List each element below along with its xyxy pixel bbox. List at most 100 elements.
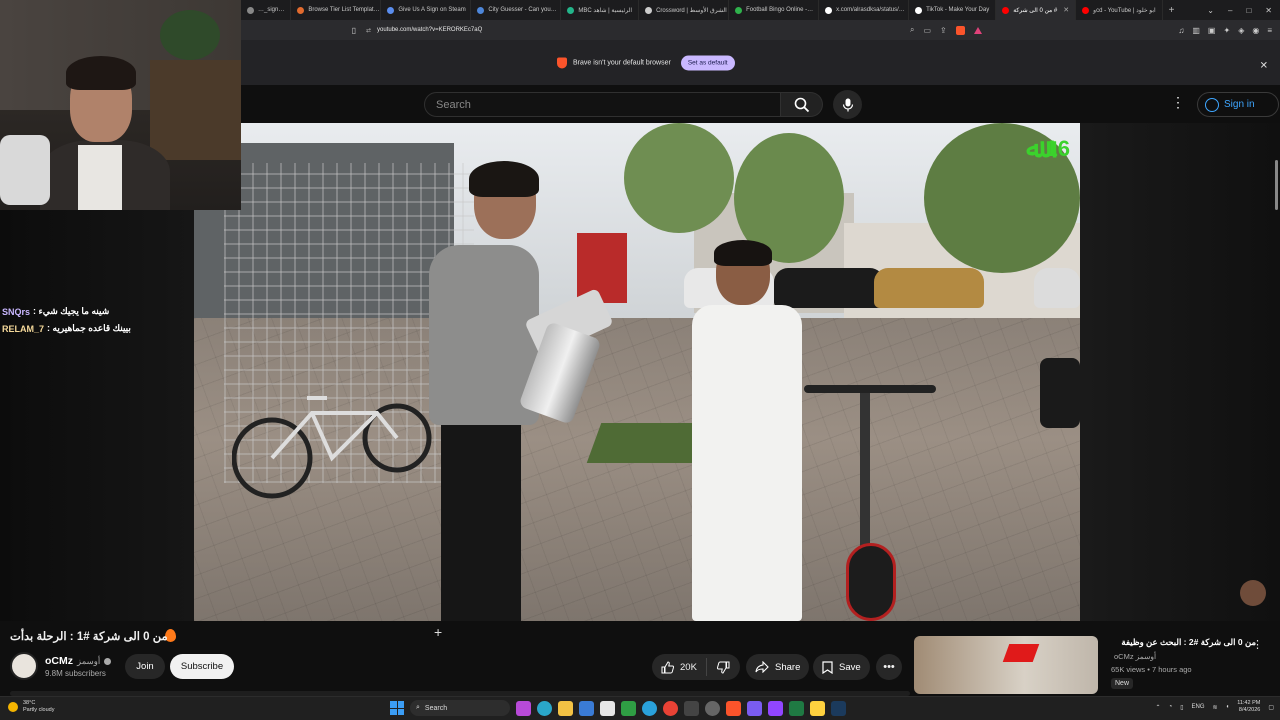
steam-icon[interactable] — [831, 700, 846, 716]
tab-close-icon[interactable]: ✕ — [1063, 6, 1069, 14]
app-icon[interactable] — [810, 700, 825, 716]
zoom-icon[interactable]: ⌕ — [910, 25, 914, 35]
video-frame-boy — [684, 240, 814, 621]
tab-list-icon[interactable]: ⌄ — [1207, 6, 1214, 15]
dislike-button[interactable] — [707, 661, 740, 674]
minimize-icon[interactable]: – — [1228, 6, 1232, 15]
clock[interactable]: 11:42 PM 8/4/2026 — [1237, 700, 1260, 714]
volume-icon[interactable]: ◖ — [1226, 704, 1230, 710]
brave-icon[interactable] — [726, 700, 741, 716]
brave-menu-icon[interactable]: ◉ — [1252, 26, 1259, 35]
chat-username: RELAM_7 — [2, 323, 45, 334]
bookmark-icon[interactable]: ▯ — [352, 26, 356, 35]
thumbs-down-icon — [717, 661, 730, 674]
more-actions-button[interactable]: ••• — [876, 654, 902, 680]
like-dislike-group: 20K — [652, 654, 740, 680]
video-title: من 0 الى شركة #1 : الرحلة بدأت — [10, 631, 168, 643]
browser-tab-bar: …_sign… Browse Tier List Templat… Give U… — [241, 0, 1280, 20]
browser-tab[interactable]: x.com/alrasdksa/status/… — [819, 0, 910, 20]
vpn-icon[interactable]: ◈ — [1238, 26, 1244, 35]
browser-tab[interactable]: وcd - YouTube | ابو خلود — [1076, 0, 1163, 20]
clock-time: 11:42 PM — [1237, 700, 1261, 706]
share-button[interactable]: Share — [746, 654, 810, 680]
app-icon[interactable] — [516, 700, 531, 716]
subscribe-button[interactable]: Subscribe — [170, 654, 234, 679]
excel-icon[interactable] — [789, 700, 804, 716]
browser-tab[interactable]: Crossword | الشرق الأوسط — [639, 0, 730, 20]
search-input[interactable]: Search — [424, 92, 781, 117]
browser-tab[interactable]: City Guesser - Can you… — [471, 0, 562, 20]
edge-icon[interactable] — [537, 700, 552, 716]
sign-in-button[interactable]: Sign in — [1197, 92, 1279, 117]
channel-avatar[interactable] — [10, 652, 38, 680]
file-explorer-icon[interactable] — [558, 700, 573, 716]
wifi-icon[interactable]: ≋ — [1213, 704, 1218, 711]
app-icon[interactable] — [600, 700, 615, 716]
wallet-icon[interactable]: ▣ — [1208, 26, 1216, 35]
save-button[interactable]: Save — [813, 654, 870, 680]
join-button[interactable]: Join — [125, 654, 165, 679]
recommended-menu-icon[interactable]: ⋮ — [1252, 638, 1263, 651]
brave-rewards-icon[interactable] — [973, 26, 982, 34]
recommended-video[interactable]: من 0 الى شركة #2 : البحث عن وظيفة ⋮ oCMz… — [914, 636, 1280, 696]
telegram-icon[interactable] — [642, 700, 657, 716]
browser-tab[interactable]: MBC الرئيسية | شاهد — [561, 0, 640, 20]
browser-tab[interactable]: TikTok - Make Your Day — [909, 0, 997, 20]
watermark-logo-icon: ﷲ — [1026, 133, 1042, 163]
xbox-icon[interactable] — [621, 700, 636, 716]
browser-tab[interactable]: Football Bingo Online -… — [729, 0, 820, 20]
set-default-button[interactable]: Set as default — [680, 55, 735, 71]
browser-tab-active[interactable]: من 0 الى شركة # ✕ — [996, 0, 1077, 20]
share-icon — [755, 661, 769, 673]
recommended-channel[interactable]: oCMz أوسمز — [1114, 652, 1156, 661]
share-page-icon[interactable]: ⇪ — [940, 26, 947, 35]
browser-tab[interactable]: Browse Tier List Templat… — [291, 0, 382, 20]
site-info-icon[interactable]: ⇄ — [366, 27, 371, 34]
ambient-right — [1080, 123, 1280, 621]
tab-label: …_sign… — [258, 7, 285, 13]
menu-icon[interactable]: ≡ — [1267, 26, 1272, 35]
cast-icon[interactable]: ▭ — [923, 26, 931, 35]
channel-name[interactable]: oCMz أوسمز — [45, 655, 112, 667]
channel-name-text: oCMz — [45, 655, 73, 667]
network-icon[interactable]: ◔ — [1169, 704, 1173, 710]
media-icon[interactable]: ♫ — [1178, 26, 1184, 35]
windows-start-icon[interactable] — [390, 701, 404, 715]
settings-kebab-icon[interactable]: ⋮ — [1171, 94, 1185, 111]
new-tab-button[interactable]: + — [1163, 5, 1181, 16]
tray-overflow-icon[interactable]: ⌃ — [1156, 704, 1161, 711]
like-button[interactable]: 20K — [652, 658, 707, 676]
infobar-close-icon[interactable]: ✕ — [1260, 61, 1268, 72]
browser-tab[interactable]: Give Us A Sign on Steam — [381, 0, 472, 20]
chrome-icon[interactable] — [663, 700, 678, 716]
url-field[interactable]: ⇄ youtube.com/watch?v=KERORKEc7aQ — [366, 23, 906, 37]
obs-icon[interactable] — [705, 700, 720, 716]
app-icon[interactable] — [684, 700, 699, 716]
app-icon[interactable] — [747, 700, 762, 716]
video-player[interactable]: ﷲ 16 — [194, 123, 1080, 621]
maximize-icon[interactable]: □ — [1246, 6, 1251, 15]
browser-tab[interactable]: …_sign… — [241, 0, 292, 20]
page-scrollbar[interactable] — [1275, 160, 1278, 210]
voice-search-button[interactable] — [833, 90, 862, 119]
app-icon[interactable] — [768, 700, 783, 716]
app-icon[interactable] — [579, 700, 594, 716]
channel-mini-avatar[interactable] — [1240, 580, 1266, 606]
weather-widget[interactable]: 38°C Partly cloudy — [8, 700, 55, 714]
account-icon — [1205, 97, 1219, 112]
save-label: Save — [839, 661, 861, 673]
close-window-icon[interactable]: ✕ — [1265, 6, 1272, 15]
notifications-icon[interactable]: ▢ — [1268, 704, 1274, 711]
taskbar-search[interactable]: ⌕ Search — [410, 700, 510, 716]
recommended-thumbnail[interactable] — [914, 636, 1098, 694]
address-icons: ⌕ ▭ ⇪ — [910, 25, 982, 35]
battery-icon[interactable]: ▯ — [1180, 704, 1183, 711]
thumbnail-arrow-icon — [1002, 644, 1040, 662]
search-button[interactable] — [781, 92, 823, 117]
extensions-icon[interactable]: ✦ — [1223, 26, 1230, 35]
language-indicator[interactable]: ENG — [1192, 704, 1205, 710]
sidebar-icon[interactable]: ▥ — [1192, 26, 1200, 35]
tab-label: Crossword | الشرق الأوسط — [656, 7, 727, 14]
recommended-title[interactable]: من 0 الى شركة #2 : البحث عن وظيفة — [1106, 637, 1256, 648]
brave-shield-icon[interactable] — [955, 25, 965, 35]
